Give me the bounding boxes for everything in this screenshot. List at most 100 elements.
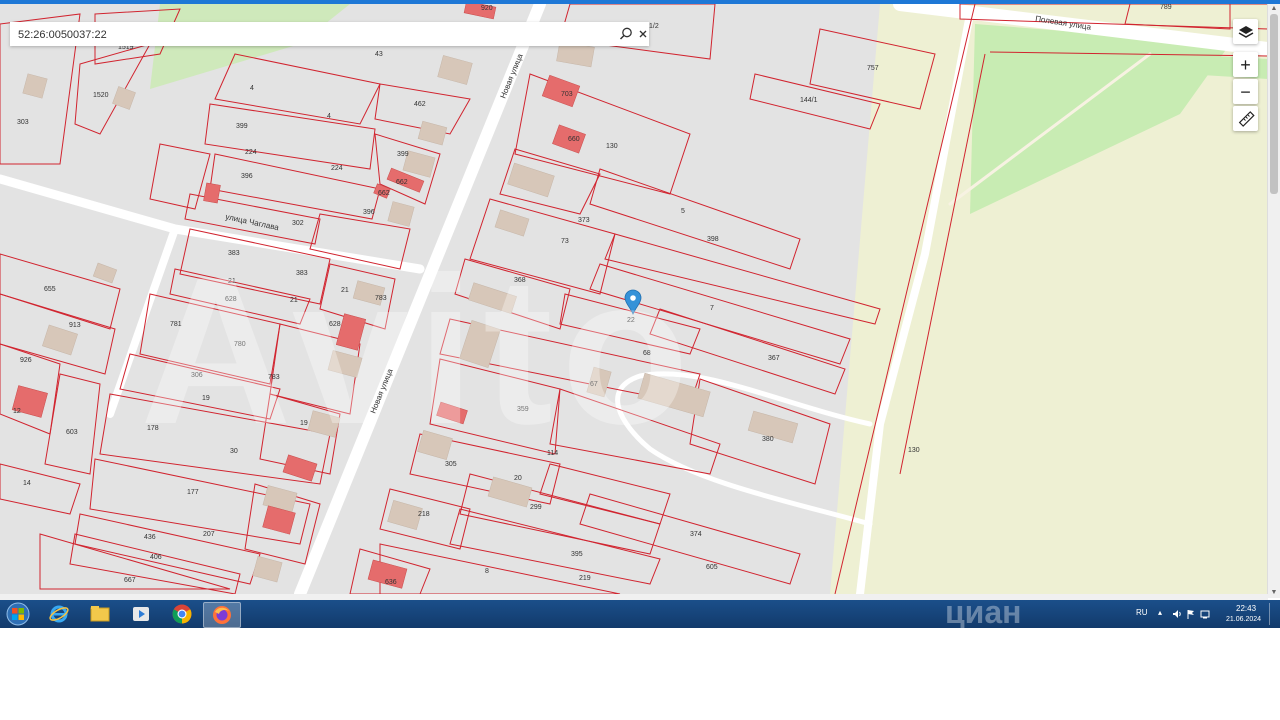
parcel-label: 367 xyxy=(768,355,780,362)
internet-explorer-icon xyxy=(49,605,69,623)
taskbar-firefox-active[interactable] xyxy=(203,602,241,628)
show-desktop-button[interactable] xyxy=(1269,603,1276,625)
parcel-label: 399 xyxy=(397,151,409,158)
parcel-label: 68 xyxy=(643,350,651,357)
parcel-label: 219 xyxy=(579,575,591,582)
parcel-label: 21 xyxy=(290,297,298,304)
show-hidden-icons-icon[interactable]: ▴ xyxy=(1158,608,1162,617)
parcel-label: 703 xyxy=(561,91,573,98)
parcel-label: 662 xyxy=(378,190,390,197)
parcel-label: 4 xyxy=(327,113,331,120)
media-player-icon xyxy=(133,607,149,621)
parcel-label: 5 xyxy=(681,208,685,215)
parcel-label: 920 xyxy=(481,5,493,12)
parcel-label: 383 xyxy=(296,270,308,277)
cadastral-search-box xyxy=(10,22,649,46)
parcel-label: 4 xyxy=(250,85,254,92)
start-button[interactable] xyxy=(0,602,36,626)
layers-button[interactable] xyxy=(1233,19,1258,44)
parcel-label: 21 xyxy=(228,278,236,285)
vertical-scrollbar[interactable]: ▲ ▼ xyxy=(1267,4,1280,598)
parcel-label: 178 xyxy=(147,425,159,432)
parcel-label: 299 xyxy=(530,504,542,511)
parcel-label: 783 xyxy=(375,295,387,302)
parcel-label: 1520 xyxy=(93,92,109,99)
scrollbar-thumb[interactable] xyxy=(1270,14,1278,194)
parcel-label: 436 xyxy=(144,534,156,541)
parcel-label: 302 xyxy=(292,220,304,227)
speaker-icon[interactable] xyxy=(1172,609,1182,619)
plus-icon: + xyxy=(1240,54,1251,75)
folder-icon xyxy=(90,606,110,622)
parcel-label: 396 xyxy=(241,173,253,180)
parcel-label: 781 xyxy=(170,321,182,328)
system-tray: RU ▴ 22:43 21.06.2024 xyxy=(1130,600,1280,628)
parcel-label: 30 xyxy=(230,448,238,455)
taskbar-file-explorer[interactable] xyxy=(82,602,118,626)
windows-taskbar: RU ▴ 22:43 21.06.2024 xyxy=(0,600,1280,628)
network-icon[interactable] xyxy=(1200,609,1210,619)
screen: Новая улица Новая улица Полевая улица ул… xyxy=(0,0,1280,720)
ruler-button[interactable] xyxy=(1233,106,1258,131)
parcel-label: 395 xyxy=(571,551,583,558)
language-indicator[interactable]: RU xyxy=(1136,608,1148,617)
parcel-label: 368 xyxy=(514,277,526,284)
parcel-label: 380 xyxy=(762,436,774,443)
zoom-out-button[interactable]: − xyxy=(1233,79,1258,104)
scroll-up-arrow-icon[interactable]: ▲ xyxy=(1268,4,1280,14)
parcel-label: 628 xyxy=(225,296,237,303)
clock-time[interactable]: 22:43 xyxy=(1236,604,1256,613)
parcel-label: 660 xyxy=(568,136,580,143)
parcel-label: 757 xyxy=(867,65,879,72)
parcel-label: 662 xyxy=(396,179,408,186)
scroll-down-arrow-icon[interactable]: ▼ xyxy=(1268,588,1280,598)
firefox-icon xyxy=(213,606,231,624)
zoom-in-button[interactable]: + xyxy=(1233,52,1258,77)
parcel-label: 21 xyxy=(341,287,349,294)
parcel-label: 224 xyxy=(245,149,257,156)
parcel-label: 305 xyxy=(445,461,457,468)
parcel-label: 306 xyxy=(191,372,203,379)
parcel-label: 114 xyxy=(547,450,558,457)
parcel-label: 383 xyxy=(228,250,240,257)
street-chaglava-label: улица Чаглава xyxy=(225,212,281,232)
cadastral-search-input[interactable] xyxy=(16,25,610,45)
clear-search-button[interactable] xyxy=(634,25,652,43)
parcel-label: 603 xyxy=(66,429,78,436)
parcel-label: 67 xyxy=(590,381,598,388)
parcel-label: 73 xyxy=(561,238,569,245)
parcel-label: 605 xyxy=(706,564,718,571)
parcel-label: 655 xyxy=(44,286,56,293)
clock-date[interactable]: 21.06.2024 xyxy=(1226,616,1261,623)
windows-start-orb-icon xyxy=(6,602,30,626)
cadastral-map[interactable]: Новая улица Новая улица Полевая улица ул… xyxy=(0,4,1268,594)
parcel-label: 667 xyxy=(124,577,136,584)
parcel-label: 130 xyxy=(606,143,618,150)
parcel-label: 207 xyxy=(203,531,215,538)
parcel-label: 43 xyxy=(375,51,383,58)
parcel-label: 373 xyxy=(578,217,590,224)
parcel-label: 303 xyxy=(17,119,29,126)
action-center-flag-icon[interactable] xyxy=(1186,609,1196,619)
close-icon xyxy=(639,30,647,38)
taskbar-internet-explorer[interactable] xyxy=(41,602,77,626)
parcel-label: 396 xyxy=(363,209,375,216)
parcel-label: 218 xyxy=(418,511,430,518)
parcel-label: 636 xyxy=(385,579,397,586)
parcel-label: 22 xyxy=(627,317,635,324)
parcel-label: 14 xyxy=(23,480,31,487)
parcel-label: 789 xyxy=(1160,4,1172,11)
ruler-icon xyxy=(1238,110,1255,127)
parcel-label: 398 xyxy=(707,236,719,243)
taskbar-chrome[interactable] xyxy=(164,602,200,626)
parcel-label: 462 xyxy=(414,101,426,108)
parcel-label: 628 xyxy=(329,321,341,328)
parcel-label: 359 xyxy=(517,406,529,413)
chrome-icon xyxy=(172,604,192,624)
map-canvas[interactable]: Новая улица Новая улица Полевая улица ул… xyxy=(0,4,1268,594)
taskbar-media-player[interactable] xyxy=(123,602,159,626)
search-button[interactable] xyxy=(617,25,635,43)
parcel-label: 19 xyxy=(300,420,308,427)
parcel-label: 19 xyxy=(202,395,210,402)
parcel-label: 374 xyxy=(690,531,702,538)
